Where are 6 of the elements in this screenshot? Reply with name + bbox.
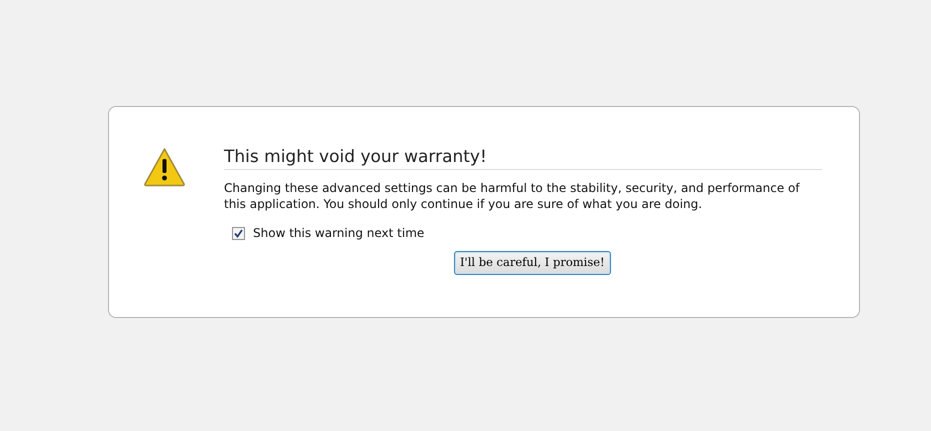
warning-icon: [143, 147, 186, 187]
warning-message: Changing these advanced settings can be harmful to the stability, security, and performance of this application. You should only continue if you are sure of what you are doing.: [224, 180, 801, 212]
checkbox-label: Show this warning next time: [253, 225, 424, 242]
dialog-title: This might void your warranty!: [224, 147, 822, 170]
confirm-button[interactable]: I'll be careful, I promise!: [454, 251, 611, 275]
warning-checkbox[interactable]: [232, 226, 245, 240]
